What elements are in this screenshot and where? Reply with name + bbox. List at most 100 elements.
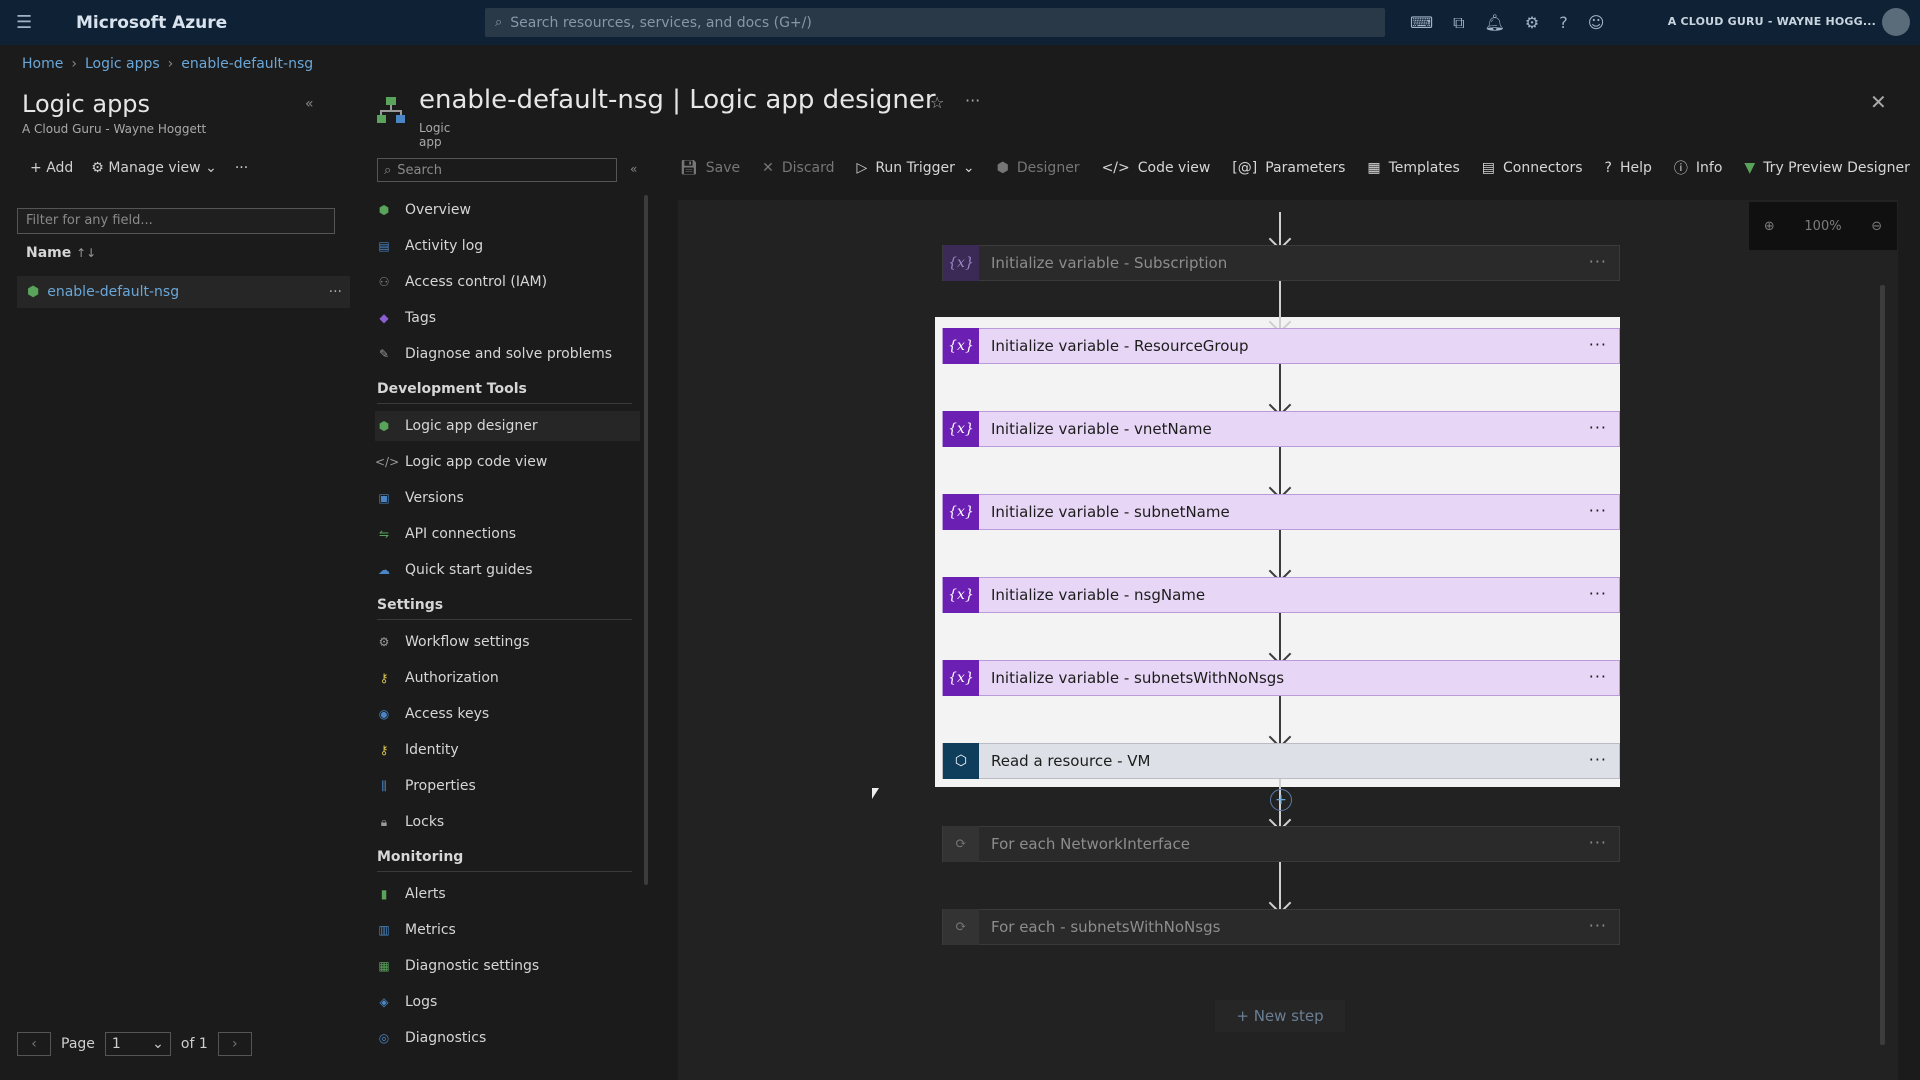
menu-item-logs[interactable]: ◈ Logs <box>375 987 640 1017</box>
diagnostic-settings-icon: ▦ <box>378 959 390 973</box>
tag-icon: ◆ <box>379 311 389 325</box>
help-button[interactable]: ? Help <box>1605 160 1652 176</box>
menu-item-alerts[interactable]: ▮ Alerts <box>375 879 640 909</box>
collapse-pane-icon[interactable]: « <box>305 96 314 112</box>
workflow-step[interactable]: {x} Initialize variable - nsgName ··· <box>942 577 1620 613</box>
menu-item-diagnostics[interactable]: ◎ Diagnostics <box>375 1023 640 1053</box>
new-step-button[interactable]: + New step <box>1215 1000 1345 1032</box>
info-button[interactable]: ⓘ Info <box>1674 158 1723 178</box>
breadcrumb-resource[interactable]: enable-default-nsg <box>181 56 313 72</box>
step-more-icon[interactable]: ··· <box>1589 501 1607 520</box>
step-more-icon[interactable]: ··· <box>1589 916 1607 935</box>
filter-input[interactable]: Filter for any field... <box>17 208 335 234</box>
save-button[interactable]: 💾︎ Save <box>680 160 740 176</box>
favorite-star-icon[interactable]: ☆ <box>930 93 944 112</box>
close-icon[interactable]: ✕ <box>1870 90 1887 114</box>
breadcrumb-home[interactable]: Home <box>22 56 63 72</box>
add-button[interactable]: + Add <box>30 160 73 176</box>
sort-icon: ↑↓ <box>76 246 97 260</box>
more-options-icon[interactable]: ··· <box>235 160 248 176</box>
chevron-down-icon[interactable]: ⌄ <box>963 160 975 176</box>
workflow-step[interactable]: {x} Initialize variable - subnetName ··· <box>942 494 1620 530</box>
workflow-step[interactable]: {x} Initialize variable - subnetsWithNoNs… <box>942 660 1620 696</box>
menu-item-label: Logic app code view <box>405 454 548 470</box>
menu-scrollbar[interactable] <box>644 195 648 885</box>
menu-item-diagnose-and-solve-problems[interactable]: ✎ Diagnose and solve problems <box>375 339 640 369</box>
workflow-step[interactable]: {x} Initialize variable - vnetName ··· <box>942 411 1620 447</box>
name-column-header[interactable]: Name ↑↓ <box>26 245 96 261</box>
menu-item-quick-start-guides[interactable]: ☁ Quick start guides <box>375 555 640 585</box>
avatar[interactable] <box>1882 8 1910 36</box>
account-name[interactable]: A CLOUD GURU - WAYNE HOGG... <box>1668 15 1876 28</box>
menu-item-logic-app-code-view[interactable]: </> Logic app code view <box>375 447 640 477</box>
step-more-icon[interactable]: ··· <box>1589 252 1607 271</box>
menu-item-locks[interactable]: 🔒︎ Locks <box>375 807 640 837</box>
zoom-control: ⊕ 100% ⊖ <box>1749 202 1897 250</box>
menu-item-diagnostic-settings[interactable]: ▦ Diagnostic settings <box>375 951 640 981</box>
breadcrumb-logic-apps[interactable]: Logic apps <box>85 56 160 72</box>
info-icon: ⓘ <box>1673 161 1688 177</box>
workflow-step[interactable]: {x} Initialize variable - Subscription ··· <box>942 245 1620 281</box>
next-page-button[interactable]: › <box>217 1032 252 1056</box>
list-item[interactable]: ⬢ enable-default-nsg ··· <box>17 276 350 308</box>
designer-button[interactable]: ⬢ Designer <box>997 160 1080 176</box>
run-trigger-button[interactable]: ▷ Run Trigger ⌄ <box>857 160 975 176</box>
azure-resource-icon: ⬡ <box>943 743 979 779</box>
step-more-icon[interactable]: ··· <box>1589 833 1607 852</box>
portal-brand[interactable]: Microsoft Azure <box>76 13 227 33</box>
try-preview-designer-button[interactable]: ▼ Try Preview Designer <box>1744 160 1909 176</box>
menu-item-access-keys[interactable]: ◉ Access keys <box>375 699 640 729</box>
list-item-name[interactable]: enable-default-nsg <box>47 284 179 300</box>
row-more-icon[interactable]: ··· <box>329 284 342 300</box>
workflow-step[interactable]: {x} Initialize variable - ResourceGroup ··… <box>942 328 1620 364</box>
menu-item-identity[interactable]: ⚷ Identity <box>375 735 640 765</box>
discard-button[interactable]: ✕ Discard <box>762 160 834 176</box>
cloud-shell-icon[interactable]: ⌨ <box>1410 13 1433 32</box>
step-more-icon[interactable]: ··· <box>1589 335 1607 354</box>
prev-page-button[interactable]: ‹ <box>17 1032 51 1056</box>
menu-item-access-control-iam[interactable]: ⚇ Access control (IAM) <box>375 267 640 297</box>
menu-item-tags[interactable]: ◆ Tags <box>375 303 640 333</box>
menu-item-activity-log[interactable]: ▤ Activity log <box>375 231 640 261</box>
workflow-step[interactable]: ⬡ Read a resource - VM ··· <box>942 743 1620 779</box>
templates-button[interactable]: ▦ Templates <box>1367 160 1459 176</box>
collapse-menu-icon[interactable]: « <box>630 162 637 176</box>
menu-item-properties[interactable]: ⫼ Properties <box>375 771 640 801</box>
menu-item-overview[interactable]: ⬢ Overview <box>375 195 640 225</box>
settings-gear-icon[interactable]: ⚙ <box>1525 13 1539 32</box>
feedback-icon[interactable]: ☺ <box>1588 13 1605 32</box>
code-view-button[interactable]: </> Code view <box>1102 160 1211 176</box>
menu-item-authorization[interactable]: ⚷ Authorization <box>375 663 640 693</box>
directory-filter-icon[interactable]: ⧉ <box>1453 13 1464 33</box>
workflow-step[interactable]: ⟳ For each NetworkInterface ··· <box>942 826 1620 862</box>
page-title: enable-default-nsg | Logic app designer <box>419 85 936 115</box>
parameters-button[interactable]: [@] Parameters <box>1232 160 1345 176</box>
step-more-icon[interactable]: ··· <box>1589 750 1607 769</box>
more-options-icon[interactable]: ··· <box>965 91 980 110</box>
zoom-in-icon[interactable]: ⊕ <box>1764 219 1775 234</box>
menu-item-logic-app-designer[interactable]: ⬢ Logic app designer <box>375 411 640 441</box>
global-search-input[interactable]: ⌕ Search resources, services, and docs (… <box>485 8 1385 37</box>
step-more-icon[interactable]: ··· <box>1589 584 1607 603</box>
menu-item-api-connections[interactable]: ⇋ API connections <box>375 519 640 549</box>
page-select[interactable]: 1 ⌄ <box>104 1032 171 1056</box>
zoom-out-icon[interactable]: ⊖ <box>1871 219 1882 234</box>
variable-icon: {x} <box>943 411 979 447</box>
menu-item-versions[interactable]: ▣ Versions <box>375 483 640 513</box>
workflow-step-label: Initialize variable - subnetsWithNoNsgs <box>991 669 1285 687</box>
workflow-step[interactable]: ⟳ For each - subnetsWithNoNsgs ··· <box>942 909 1620 945</box>
connectors-button[interactable]: ▤ Connectors <box>1482 160 1583 176</box>
menu-search-input[interactable]: ⌕ Search <box>377 158 617 182</box>
insert-step-icon[interactable]: + <box>1270 789 1292 811</box>
workflow-step-label: Initialize variable - Subscription <box>991 254 1228 272</box>
menu-item-metrics[interactable]: ▥ Metrics <box>375 915 640 945</box>
hamburger-menu-icon[interactable]: ☰ <box>16 12 40 33</box>
menu-item-workflow-settings[interactable]: ⚙ Workflow settings <box>375 627 640 657</box>
help-icon[interactable]: ? <box>1559 13 1568 32</box>
page-of-label: of 1 <box>180 1036 208 1052</box>
step-more-icon[interactable]: ··· <box>1589 418 1607 437</box>
step-more-icon[interactable]: ··· <box>1589 667 1607 686</box>
canvas-scrollbar[interactable] <box>1880 285 1885 1045</box>
manage-view-button[interactable]: ⚙ Manage view ⌄ <box>91 160 217 176</box>
notifications-icon[interactable]: 🔔︎ <box>1485 13 1505 32</box>
